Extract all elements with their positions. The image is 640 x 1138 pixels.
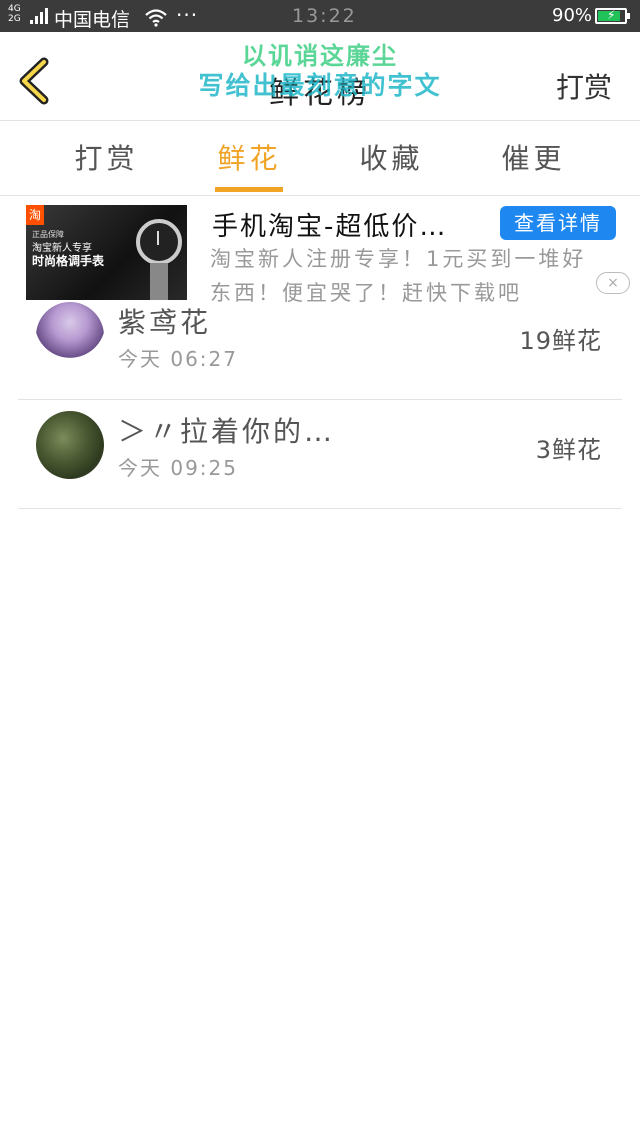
battery-icon: ⚡ [595, 8, 630, 24]
tab-bar: 打赏 鲜花 收藏 催更 [0, 121, 640, 196]
avatar[interactable] [36, 302, 104, 370]
ad-image-line-2: 时尚格调手表 [32, 254, 105, 268]
tab-favorites[interactable]: 收藏 [320, 137, 463, 177]
status-bar: 4G 2G 中国电信 ··· 13:22 90% ⚡ [0, 0, 640, 32]
battery-percent: 90% [552, 5, 593, 26]
timestamp: 今天 09:25 [118, 456, 238, 480]
list-item[interactable]: 紫鸢花 今天 06:27 19鲜花 [18, 291, 622, 400]
back-arrow-icon[interactable] [14, 56, 54, 106]
user-name: ＞〃拉着你的… [118, 415, 336, 448]
ad-banner[interactable]: 淘 正品保障 淘宝新人专享 时尚格调手表 手机淘宝-超低价… 查看详情 淘宝新人… [0, 200, 640, 305]
more-notifications-icon: ··· [176, 3, 199, 27]
active-tab-indicator [215, 187, 283, 192]
flower-count: 3鲜花 [535, 436, 602, 464]
header: 鲜花榜 以讥诮这廉尘 写给出最刻意的字文 打赏 [0, 32, 640, 121]
ad-details-button[interactable]: 查看详情 [500, 206, 616, 240]
ad-image[interactable]: 淘 正品保障 淘宝新人专享 时尚格调手表 [26, 205, 187, 300]
user-name: 紫鸢花 [118, 306, 212, 339]
taobao-logo-icon: 淘 [26, 205, 44, 225]
timestamp: 今天 06:27 [118, 347, 238, 371]
flower-count: 19鲜花 [519, 327, 602, 355]
avatar[interactable] [36, 411, 104, 479]
tab-update-requests[interactable]: 催更 [462, 137, 605, 177]
tab-reward[interactable]: 打赏 [35, 137, 178, 177]
list-item[interactable]: ＞〃拉着你的… 今天 09:25 3鲜花 [18, 400, 622, 509]
carrier-name: 中国电信 [54, 9, 131, 31]
ad-title[interactable]: 手机淘宝-超低价… [212, 206, 447, 243]
watermark-line-2: 写给出最刻意的字文 [198, 71, 442, 100]
clock: 13:22 [292, 5, 357, 27]
tab-flowers[interactable]: 鲜花 [178, 137, 321, 177]
signal-icon [30, 8, 48, 24]
watch-icon [136, 219, 182, 265]
network-type: 4G 2G [8, 4, 21, 24]
wifi-icon [145, 9, 167, 27]
reward-button[interactable]: 打赏 [556, 66, 612, 106]
